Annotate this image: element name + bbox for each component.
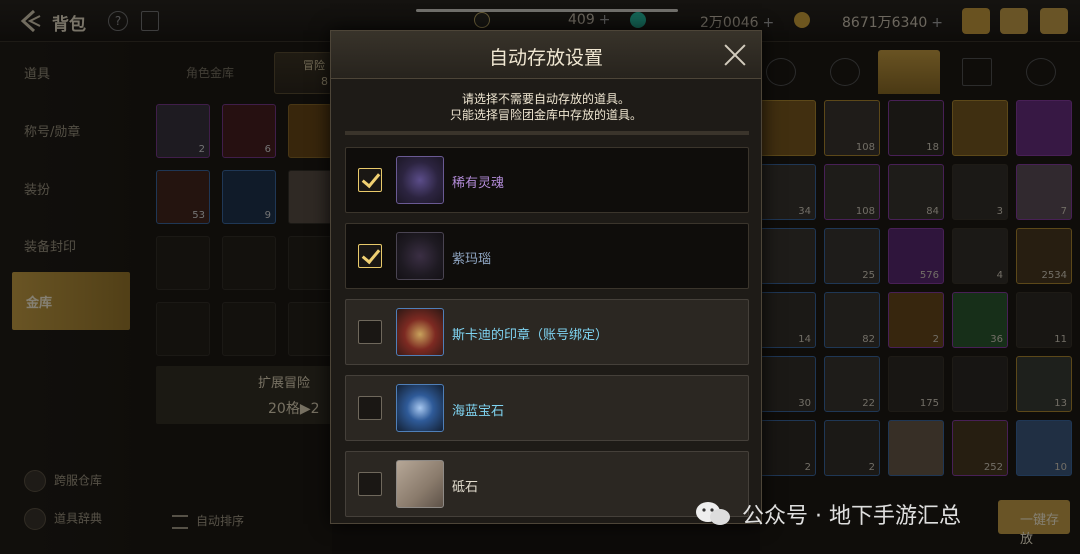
item-checkbox[interactable] bbox=[358, 472, 382, 496]
aquamarine-icon bbox=[396, 384, 444, 432]
item-checkbox[interactable] bbox=[358, 320, 382, 344]
item-name: 稀有灵魂 bbox=[452, 176, 505, 191]
item-checkbox[interactable] bbox=[358, 168, 382, 192]
item-name: 斯卡迪的印章（账号绑定） bbox=[452, 328, 609, 343]
wechat-logo-icon bbox=[696, 502, 730, 525]
dialog-desc-line2: 只能选择冒险团金库中存放的道具。 bbox=[449, 108, 642, 122]
item-checkbox[interactable] bbox=[358, 396, 382, 420]
list-item[interactable]: 斯卡迪的印章（账号绑定） bbox=[345, 299, 749, 365]
list-item[interactable]: 海蓝宝石 bbox=[345, 375, 749, 441]
list-item[interactable]: 砥石 bbox=[345, 451, 749, 517]
dialog-title: 自动存放设置 bbox=[488, 47, 603, 69]
whetstone-icon bbox=[396, 460, 444, 508]
list-divider bbox=[345, 131, 749, 135]
auto-store-settings-dialog: 自动存放设置 请选择不需要自动存放的道具。 只能选择冒险团金库中存放的道具。 稀… bbox=[330, 30, 762, 524]
list-item[interactable]: 紫玛瑙 bbox=[345, 223, 749, 289]
skadi-seal-icon bbox=[396, 308, 444, 356]
item-name: 紫玛瑙 bbox=[452, 252, 492, 267]
item-name: 海蓝宝石 bbox=[452, 404, 505, 419]
watermark-text: 公众号 · 地下手游汇总 bbox=[742, 504, 961, 529]
rare-soul-icon bbox=[396, 156, 444, 204]
list-item[interactable]: 稀有灵魂 bbox=[345, 147, 749, 213]
item-checkbox[interactable] bbox=[358, 244, 382, 268]
close-icon[interactable] bbox=[723, 43, 747, 67]
amethyst-icon bbox=[396, 232, 444, 280]
item-name: 砥石 bbox=[452, 480, 479, 495]
dialog-desc-line1: 请选择不需要自动存放的道具。 bbox=[461, 92, 630, 106]
dialog-header: 自动存放设置 bbox=[331, 31, 761, 79]
